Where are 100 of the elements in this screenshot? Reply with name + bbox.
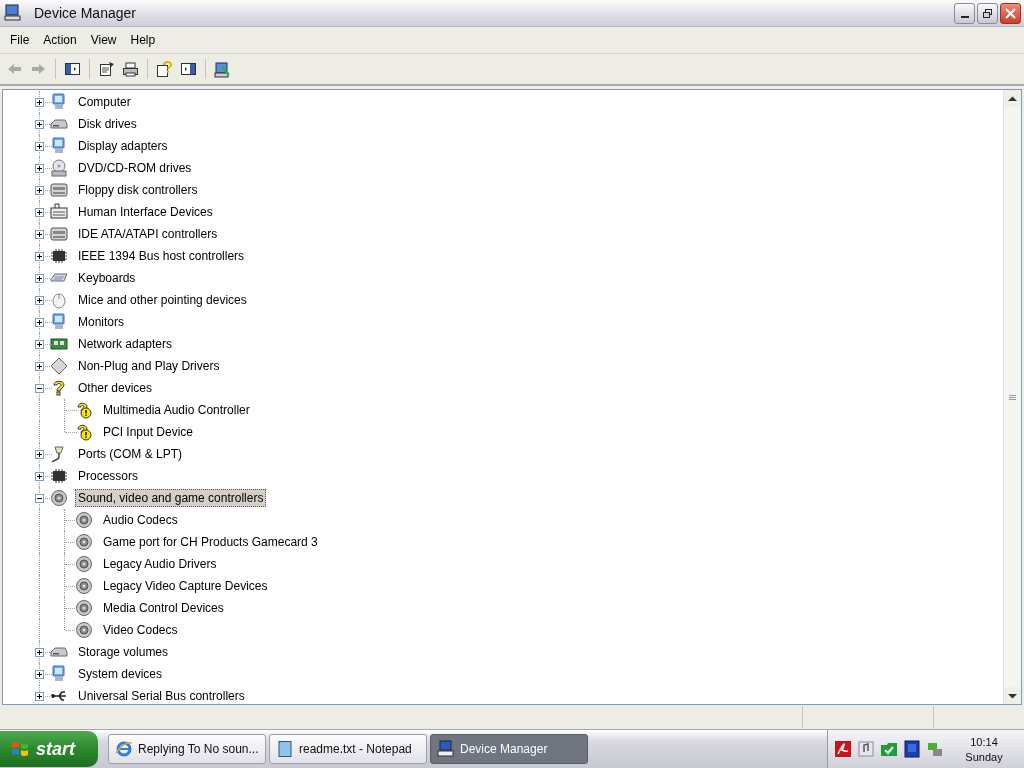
speaker-icon	[75, 511, 93, 529]
disc-drive-icon	[50, 159, 68, 177]
network-card-icon	[50, 335, 68, 353]
expand-toggle[interactable]	[35, 450, 44, 459]
tree-item[interactable]: System devices	[75, 665, 166, 683]
speaker-icon	[50, 489, 68, 507]
tree-item[interactable]: Keyboards	[75, 269, 139, 287]
tree-item[interactable]: Mice and other pointing devices	[75, 291, 250, 309]
tree-item[interactable]: Legacy Video Capture Devices	[100, 577, 271, 595]
expand-toggle[interactable]	[35, 230, 44, 239]
scroll-grip-icon[interactable]	[1009, 394, 1016, 400]
collapse-toggle[interactable]	[35, 494, 44, 503]
tree-item[interactable]: Other devices	[75, 379, 156, 397]
note-icon[interactable]	[857, 740, 875, 758]
tree-item[interactable]: Storage volumes	[75, 643, 172, 661]
tree-item[interactable]: Video Codecs	[100, 621, 181, 639]
scroll-down-arrow-icon[interactable]	[1008, 692, 1017, 699]
collapse-toggle[interactable]	[35, 384, 44, 393]
expand-toggle[interactable]	[35, 340, 44, 349]
expand-toggle[interactable]	[35, 296, 44, 305]
notepad-icon	[276, 740, 294, 758]
browser-e-icon	[115, 740, 133, 758]
document-icon[interactable]	[834, 740, 852, 758]
speaker-icon	[75, 599, 93, 617]
tree-item[interactable]: IDE ATA/ATAPI controllers	[75, 225, 221, 243]
tree-item[interactable]: Sound, video and game controllers	[75, 489, 267, 507]
expand-toggle[interactable]	[35, 208, 44, 217]
action-pane-icon	[180, 60, 197, 78]
scroll-up-arrow-icon[interactable]	[1008, 95, 1017, 102]
expand-toggle[interactable]	[35, 98, 44, 107]
tree-item[interactable]: Network adapters	[75, 335, 176, 353]
close-button[interactable]	[1000, 2, 1021, 24]
tree-item[interactable]: Processors	[75, 467, 142, 485]
menu-item[interactable]: View	[83, 31, 124, 49]
start-button[interactable]: start	[0, 731, 98, 767]
tree-item[interactable]: Monitors	[75, 313, 127, 331]
printer-icon	[122, 60, 139, 78]
tree-item[interactable]: DVD/CD-ROM drives	[75, 159, 195, 177]
warning-icon	[75, 423, 93, 441]
keyboard-device-icon	[50, 203, 68, 221]
controller-card-icon	[50, 225, 68, 243]
expand-toggle[interactable]	[35, 692, 44, 701]
vertical-scrollbar[interactable]	[1003, 90, 1021, 704]
minimize-button[interactable]	[954, 2, 975, 24]
expand-toggle[interactable]	[35, 670, 44, 679]
tree-item[interactable]: Non-Plug and Play Drivers	[75, 357, 223, 375]
tree-item[interactable]: Computer	[75, 93, 134, 111]
windows-logo-icon	[10, 739, 30, 759]
tree-item[interactable]: Display adapters	[75, 137, 171, 155]
book-icon[interactable]	[903, 740, 921, 758]
menu-item[interactable]: Action	[36, 31, 84, 49]
tree-pane-icon	[64, 60, 81, 78]
expand-toggle[interactable]	[35, 648, 44, 657]
menu-item[interactable]: File	[3, 31, 37, 49]
restore-icon	[982, 7, 993, 19]
clock-day: Sunday	[965, 750, 1003, 763]
tree-item[interactable]: IEEE 1394 Bus host controllers	[75, 247, 248, 265]
speaker-icon	[75, 577, 93, 595]
expand-toggle[interactable]	[35, 120, 44, 129]
expand-toggle[interactable]	[35, 362, 44, 371]
tree-item[interactable]: Human Interface Devices	[75, 203, 216, 221]
menu-item[interactable]: Help	[123, 31, 163, 49]
speaker-icon	[75, 533, 93, 551]
expand-toggle[interactable]	[35, 186, 44, 195]
expand-toggle[interactable]	[35, 164, 44, 173]
tree-item[interactable]: Ports (COM & LPT)	[75, 445, 185, 463]
diamond-icon	[50, 357, 68, 375]
computer-icon	[437, 740, 455, 758]
tree-item[interactable]: PCI Input Device	[100, 423, 197, 441]
expand-toggle[interactable]	[35, 318, 44, 327]
mouse-icon	[50, 291, 68, 309]
controller-card-icon	[50, 181, 68, 199]
warning-icon	[75, 401, 93, 419]
taskbar-button[interactable]: readme.txt - Notepad	[269, 734, 427, 764]
restore-button[interactable]	[977, 2, 998, 24]
chip-icon	[50, 467, 68, 485]
monitor-icon	[50, 665, 68, 683]
taskbar-button[interactable]: Device Manager	[430, 734, 588, 764]
tree-item[interactable]: Multimedia Audio Controller	[100, 401, 253, 419]
tree-item[interactable]: Game port for CH Products Gamecard 3	[100, 533, 321, 551]
tree-item[interactable]: Legacy Audio Drivers	[100, 555, 220, 573]
speaker-icon	[75, 555, 93, 573]
computer-icon	[4, 4, 22, 22]
monitor-icon	[50, 137, 68, 155]
chip-icon	[50, 247, 68, 265]
expand-toggle[interactable]	[35, 274, 44, 283]
network-icon[interactable]	[926, 740, 944, 758]
tree-item[interactable]: Disk drives	[75, 115, 140, 133]
expand-toggle[interactable]	[35, 472, 44, 481]
monitor-icon	[50, 313, 68, 331]
tree-item[interactable]: Media Control Devices	[100, 599, 227, 617]
folder-check-icon[interactable]	[880, 740, 898, 758]
tree-item[interactable]: Floppy disk controllers	[75, 181, 201, 199]
scan-hardware-icon	[214, 60, 231, 78]
expand-toggle[interactable]	[35, 142, 44, 151]
tree-item[interactable]: Audio Codecs	[100, 511, 181, 529]
expand-toggle[interactable]	[35, 252, 44, 261]
taskbar-button[interactable]: Replying To No soun...	[108, 734, 266, 764]
tree-item[interactable]: Universal Serial Bus controllers	[75, 687, 248, 705]
speaker-icon	[75, 621, 93, 639]
